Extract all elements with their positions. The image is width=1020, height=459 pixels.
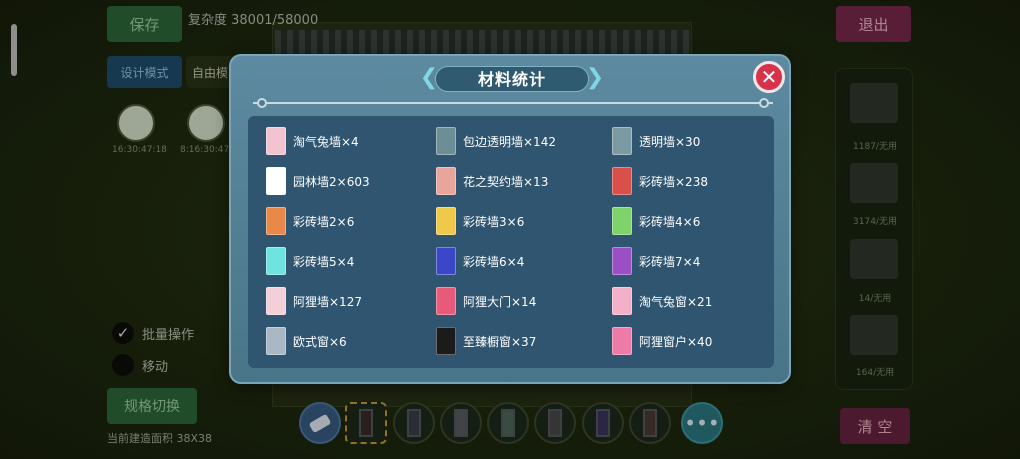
material-item-label: 淘气兔墙×4: [293, 134, 359, 149]
material-item: 彩砖墙4×6: [612, 207, 700, 235]
glass-wall-icon: [612, 127, 632, 155]
material-item-label: 阿狸大门×14: [463, 294, 537, 309]
material-item-label: 淘气兔窗×21: [639, 294, 713, 309]
material-item-label: 彩砖墙6×4: [463, 254, 525, 269]
material-item-label: 欧式窗×6: [293, 334, 347, 349]
material-item-label: 彩砖墙5×4: [293, 254, 355, 269]
material-item-label: 彩砖墙7×4: [639, 254, 701, 269]
material-item: 包边透明墙×142: [436, 127, 556, 155]
swirl-ornament-icon: ❮: [419, 65, 439, 90]
cyan-brick-wall-icon: [266, 247, 286, 275]
material-item-label: 彩砖墙3×6: [463, 214, 525, 229]
material-item-label: 彩砖墙×238: [639, 174, 708, 189]
pink-wall-icon: [266, 127, 286, 155]
material-item: 淘气兔窗×21: [612, 287, 712, 315]
material-item: 花之契约墙×13: [436, 167, 548, 195]
dialog-title: 材料统计: [477, 70, 546, 89]
ali-wall-icon: [266, 287, 286, 315]
material-item: 至臻橱窗×37: [436, 327, 536, 355]
ali-window-icon: [612, 327, 632, 355]
rabbit-window-icon: [612, 287, 632, 315]
divider-ornament-icon: [759, 98, 769, 108]
material-item: 彩砖墙6×4: [436, 247, 524, 275]
header-divider: [253, 102, 773, 104]
garden-wall-icon: [266, 167, 286, 195]
material-item: 透明墙×30: [612, 127, 700, 155]
material-item: 彩砖墙5×4: [266, 247, 354, 275]
material-item: 园林墙2×603: [266, 167, 370, 195]
material-item: 欧式窗×6: [266, 327, 347, 355]
close-button[interactable]: ✕: [753, 61, 785, 93]
material-stats-dialog: ❮ 材料统计 ❯ ✕ 淘气兔墙×4 包边透明墙×142 透明墙×30 园林墙2×603…: [229, 54, 791, 384]
ali-gate-icon: [436, 287, 456, 315]
divider-ornament-icon: [257, 98, 267, 108]
swirl-ornament-icon: ❯: [585, 65, 605, 90]
dialog-header: ❮ 材料统计 ❯: [415, 64, 609, 92]
material-item-label: 园林墙2×603: [293, 174, 370, 189]
material-item: 阿狸大门×14: [436, 287, 536, 315]
material-item: 彩砖墙3×6: [436, 207, 524, 235]
yellow-brick-wall-icon: [436, 207, 456, 235]
material-item: 淘气兔墙×4: [266, 127, 359, 155]
showcase-window-icon: [436, 327, 456, 355]
blue-brick-wall-icon: [436, 247, 456, 275]
material-item: 阿狸窗户×40: [612, 327, 712, 355]
material-item-label: 阿狸墙×127: [293, 294, 362, 309]
material-item: 彩砖墙×238: [612, 167, 708, 195]
material-item-label: 至臻橱窗×37: [463, 334, 537, 349]
red-brick-wall-icon: [612, 167, 632, 195]
flower-wall-icon: [436, 167, 456, 195]
orange-brick-wall-icon: [266, 207, 286, 235]
european-window-icon: [266, 327, 286, 355]
material-item-label: 阿狸窗户×40: [639, 334, 713, 349]
close-x-icon: ✕: [760, 65, 778, 89]
framed-glass-wall-icon: [436, 127, 456, 155]
material-list: 淘气兔墙×4 包边透明墙×142 透明墙×30 园林墙2×603 花之契约墙×13 彩砖墙…: [248, 116, 774, 368]
material-item-label: 彩砖墙2×6: [293, 214, 355, 229]
green-brick-wall-icon: [612, 207, 632, 235]
material-item: 彩砖墙7×4: [612, 247, 700, 275]
material-item-label: 彩砖墙4×6: [639, 214, 701, 229]
material-item: 阿狸墙×127: [266, 287, 362, 315]
material-item-label: 花之契约墙×13: [463, 174, 549, 189]
material-item: 彩砖墙2×6: [266, 207, 354, 235]
material-item-label: 透明墙×30: [639, 134, 701, 149]
material-item-label: 包边透明墙×142: [463, 134, 556, 149]
purple-brick-wall-icon: [612, 247, 632, 275]
